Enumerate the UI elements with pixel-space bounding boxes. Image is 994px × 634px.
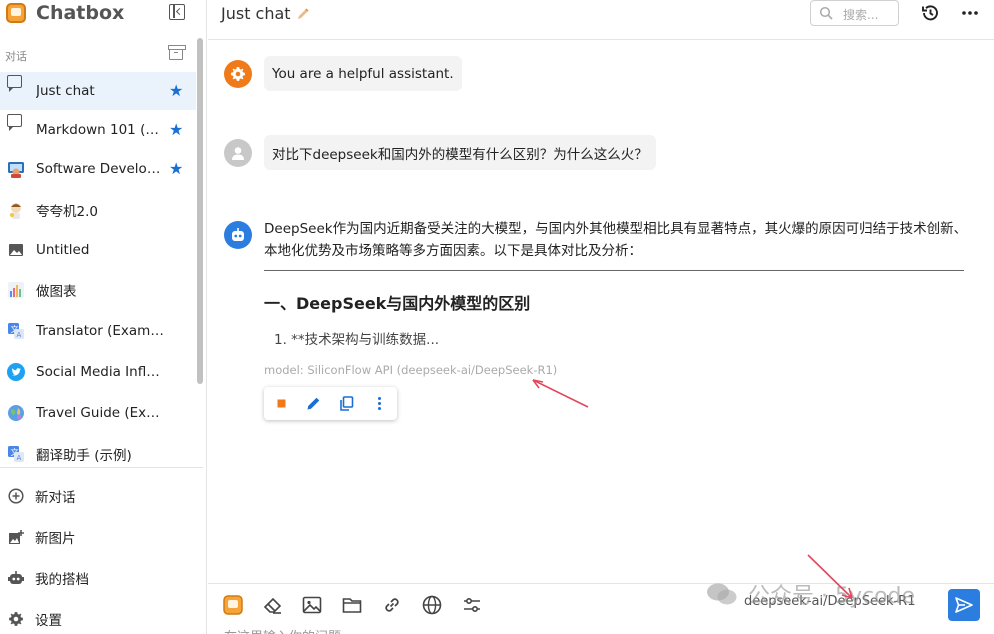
translate-icon: 文 A bbox=[8, 446, 24, 462]
chat-bubble-icon bbox=[7, 114, 22, 131]
collapse-sidebar-icon[interactable] bbox=[169, 4, 185, 20]
session-item-social-media[interactable]: Social Media Influencer bbox=[0, 353, 196, 391]
svg-text:A: A bbox=[17, 454, 22, 462]
session-item-software-developer[interactable]: Software Developer ★ bbox=[0, 150, 196, 188]
archive-icon[interactable] bbox=[168, 45, 186, 60]
robot-icon bbox=[8, 571, 24, 584]
translate-icon: 文 A bbox=[8, 323, 24, 339]
divider bbox=[0, 467, 203, 468]
model-info: model: SiliconFlow API (deepseek-ai/Deep… bbox=[264, 363, 558, 377]
settings-label: 设置 bbox=[35, 613, 62, 629]
folder-icon[interactable] bbox=[341, 594, 363, 616]
settings-sliders-icon[interactable] bbox=[461, 594, 483, 616]
settings-button[interactable]: 设置 bbox=[0, 601, 200, 634]
new-chat-label: 新对话 bbox=[35, 490, 76, 506]
divider bbox=[264, 270, 964, 271]
session-item-charts[interactable]: 做图表 bbox=[0, 271, 196, 309]
assistant-avatar bbox=[224, 221, 252, 249]
send-icon bbox=[955, 597, 973, 613]
history-icon[interactable] bbox=[920, 3, 940, 23]
session-label: 做图表 bbox=[36, 284, 77, 300]
user-avatar bbox=[224, 139, 252, 167]
globe-icon bbox=[8, 405, 24, 421]
gear-icon bbox=[9, 612, 23, 626]
sidebar: Chatbox 对话 Just chat ★ Markdown 101 (Exa… bbox=[0, 0, 207, 634]
session-item-translate-assistant[interactable]: 文 A 翻译助手 (示例) bbox=[0, 435, 196, 465]
my-copilots-label: 我的搭档 bbox=[35, 572, 89, 588]
more-options-icon[interactable] bbox=[960, 3, 980, 23]
session-label: Translator (Example) bbox=[36, 323, 166, 339]
chat-title: Just chat bbox=[221, 4, 291, 23]
plus-circle-icon bbox=[8, 488, 24, 504]
search-input[interactable]: 搜索... bbox=[810, 0, 899, 26]
app-window: Chatbox 对话 Just chat ★ Markdown 101 (Exa… bbox=[0, 0, 994, 634]
chat-panel: Just chat 搜索... You are a helpful assist… bbox=[208, 0, 994, 634]
section-label: 对话 bbox=[5, 50, 27, 63]
eraser-icon[interactable] bbox=[262, 594, 284, 616]
search-placeholder: 搜索... bbox=[843, 8, 879, 22]
search-icon bbox=[819, 6, 833, 20]
assistant-message-list-item: 1. **技术架构与训练数据... bbox=[274, 332, 440, 348]
session-label: 翻译助手 (示例) bbox=[36, 448, 132, 464]
message-toolbar bbox=[264, 387, 397, 420]
session-item-translator[interactable]: 文 A Translator (Example) bbox=[0, 312, 196, 350]
copilot-icon[interactable] bbox=[222, 594, 244, 616]
session-item-untitled[interactable]: Untitled bbox=[0, 231, 196, 269]
session-label: Social Media Influencer bbox=[36, 364, 166, 380]
session-item-travel-guide[interactable]: Travel Guide (Example) bbox=[0, 394, 196, 432]
star-icon[interactable]: ★ bbox=[169, 122, 183, 138]
robot-icon bbox=[232, 228, 244, 241]
copy-icon[interactable] bbox=[338, 395, 355, 412]
session-label: Software Developer bbox=[36, 161, 166, 177]
edit-title-icon[interactable] bbox=[296, 7, 310, 21]
session-label: Markdown 101 (Example) bbox=[36, 122, 166, 138]
link-icon[interactable] bbox=[381, 594, 403, 616]
image-icon[interactable] bbox=[301, 594, 323, 616]
sidebar-scrollbar[interactable] bbox=[197, 38, 203, 384]
wechat-logo-icon bbox=[707, 583, 737, 605]
star-icon[interactable]: ★ bbox=[169, 161, 183, 177]
image-icon bbox=[9, 244, 23, 256]
chat-header: Just chat 搜索... bbox=[208, 0, 994, 40]
app-title: Chatbox bbox=[36, 2, 125, 24]
add-image-icon bbox=[9, 530, 24, 544]
chatbox-logo bbox=[6, 3, 26, 23]
gear-icon bbox=[231, 67, 245, 81]
session-item-markdown-101[interactable]: Markdown 101 (Example) ★ bbox=[0, 111, 196, 149]
web-search-icon[interactable] bbox=[421, 594, 443, 616]
star-icon[interactable]: ★ bbox=[169, 83, 183, 99]
more-vertical-icon[interactable] bbox=[371, 395, 388, 412]
user-message: 对比下deepseek和国内外的模型有什么区别？为什么这么火？ bbox=[264, 135, 656, 170]
chat-bubble-icon bbox=[7, 75, 22, 92]
new-image-button[interactable]: 新图片 bbox=[0, 519, 200, 555]
new-image-label: 新图片 bbox=[35, 531, 76, 547]
system-message: You are a helpful assistant. bbox=[264, 56, 462, 91]
brand: Chatbox bbox=[6, 0, 124, 26]
session-label: Travel Guide (Example) bbox=[36, 405, 166, 421]
system-avatar bbox=[224, 60, 252, 88]
stop-icon[interactable] bbox=[273, 395, 290, 412]
session-label: 夸夸机2.0 bbox=[36, 204, 98, 220]
session-list: Just chat ★ Markdown 101 (Example) ★ Sof… bbox=[0, 72, 196, 465]
twitter-icon bbox=[7, 363, 25, 381]
chart-avatar-icon bbox=[8, 282, 24, 298]
developer-avatar-icon bbox=[8, 162, 24, 178]
watermark: 公众号 · 5ycode bbox=[748, 584, 916, 609]
my-copilots-button[interactable]: 我的搭档 bbox=[0, 560, 200, 596]
session-label: Untitled bbox=[36, 242, 90, 258]
edit-icon[interactable] bbox=[305, 395, 322, 412]
user-icon bbox=[232, 147, 244, 160]
assistant-message-heading: 一、DeepSeek与国内外模型的区别 bbox=[264, 294, 531, 313]
session-item-just-chat[interactable]: Just chat ★ bbox=[0, 72, 196, 110]
message-input-placeholder[interactable]: 在这里输入你的问题... bbox=[224, 626, 353, 634]
session-label: Just chat bbox=[36, 83, 95, 99]
session-item-cheer[interactable]: 夸夸机2.0 bbox=[0, 191, 196, 229]
assistant-message-intro: DeepSeek作为国内近期备受关注的大模型，与国内外其他模型相比具有显著特点，… bbox=[264, 221, 968, 259]
send-button[interactable] bbox=[948, 589, 980, 621]
new-chat-button[interactable]: 新对话 bbox=[0, 478, 200, 514]
svg-text:A: A bbox=[17, 331, 22, 339]
cheer-avatar-icon bbox=[9, 203, 21, 219]
